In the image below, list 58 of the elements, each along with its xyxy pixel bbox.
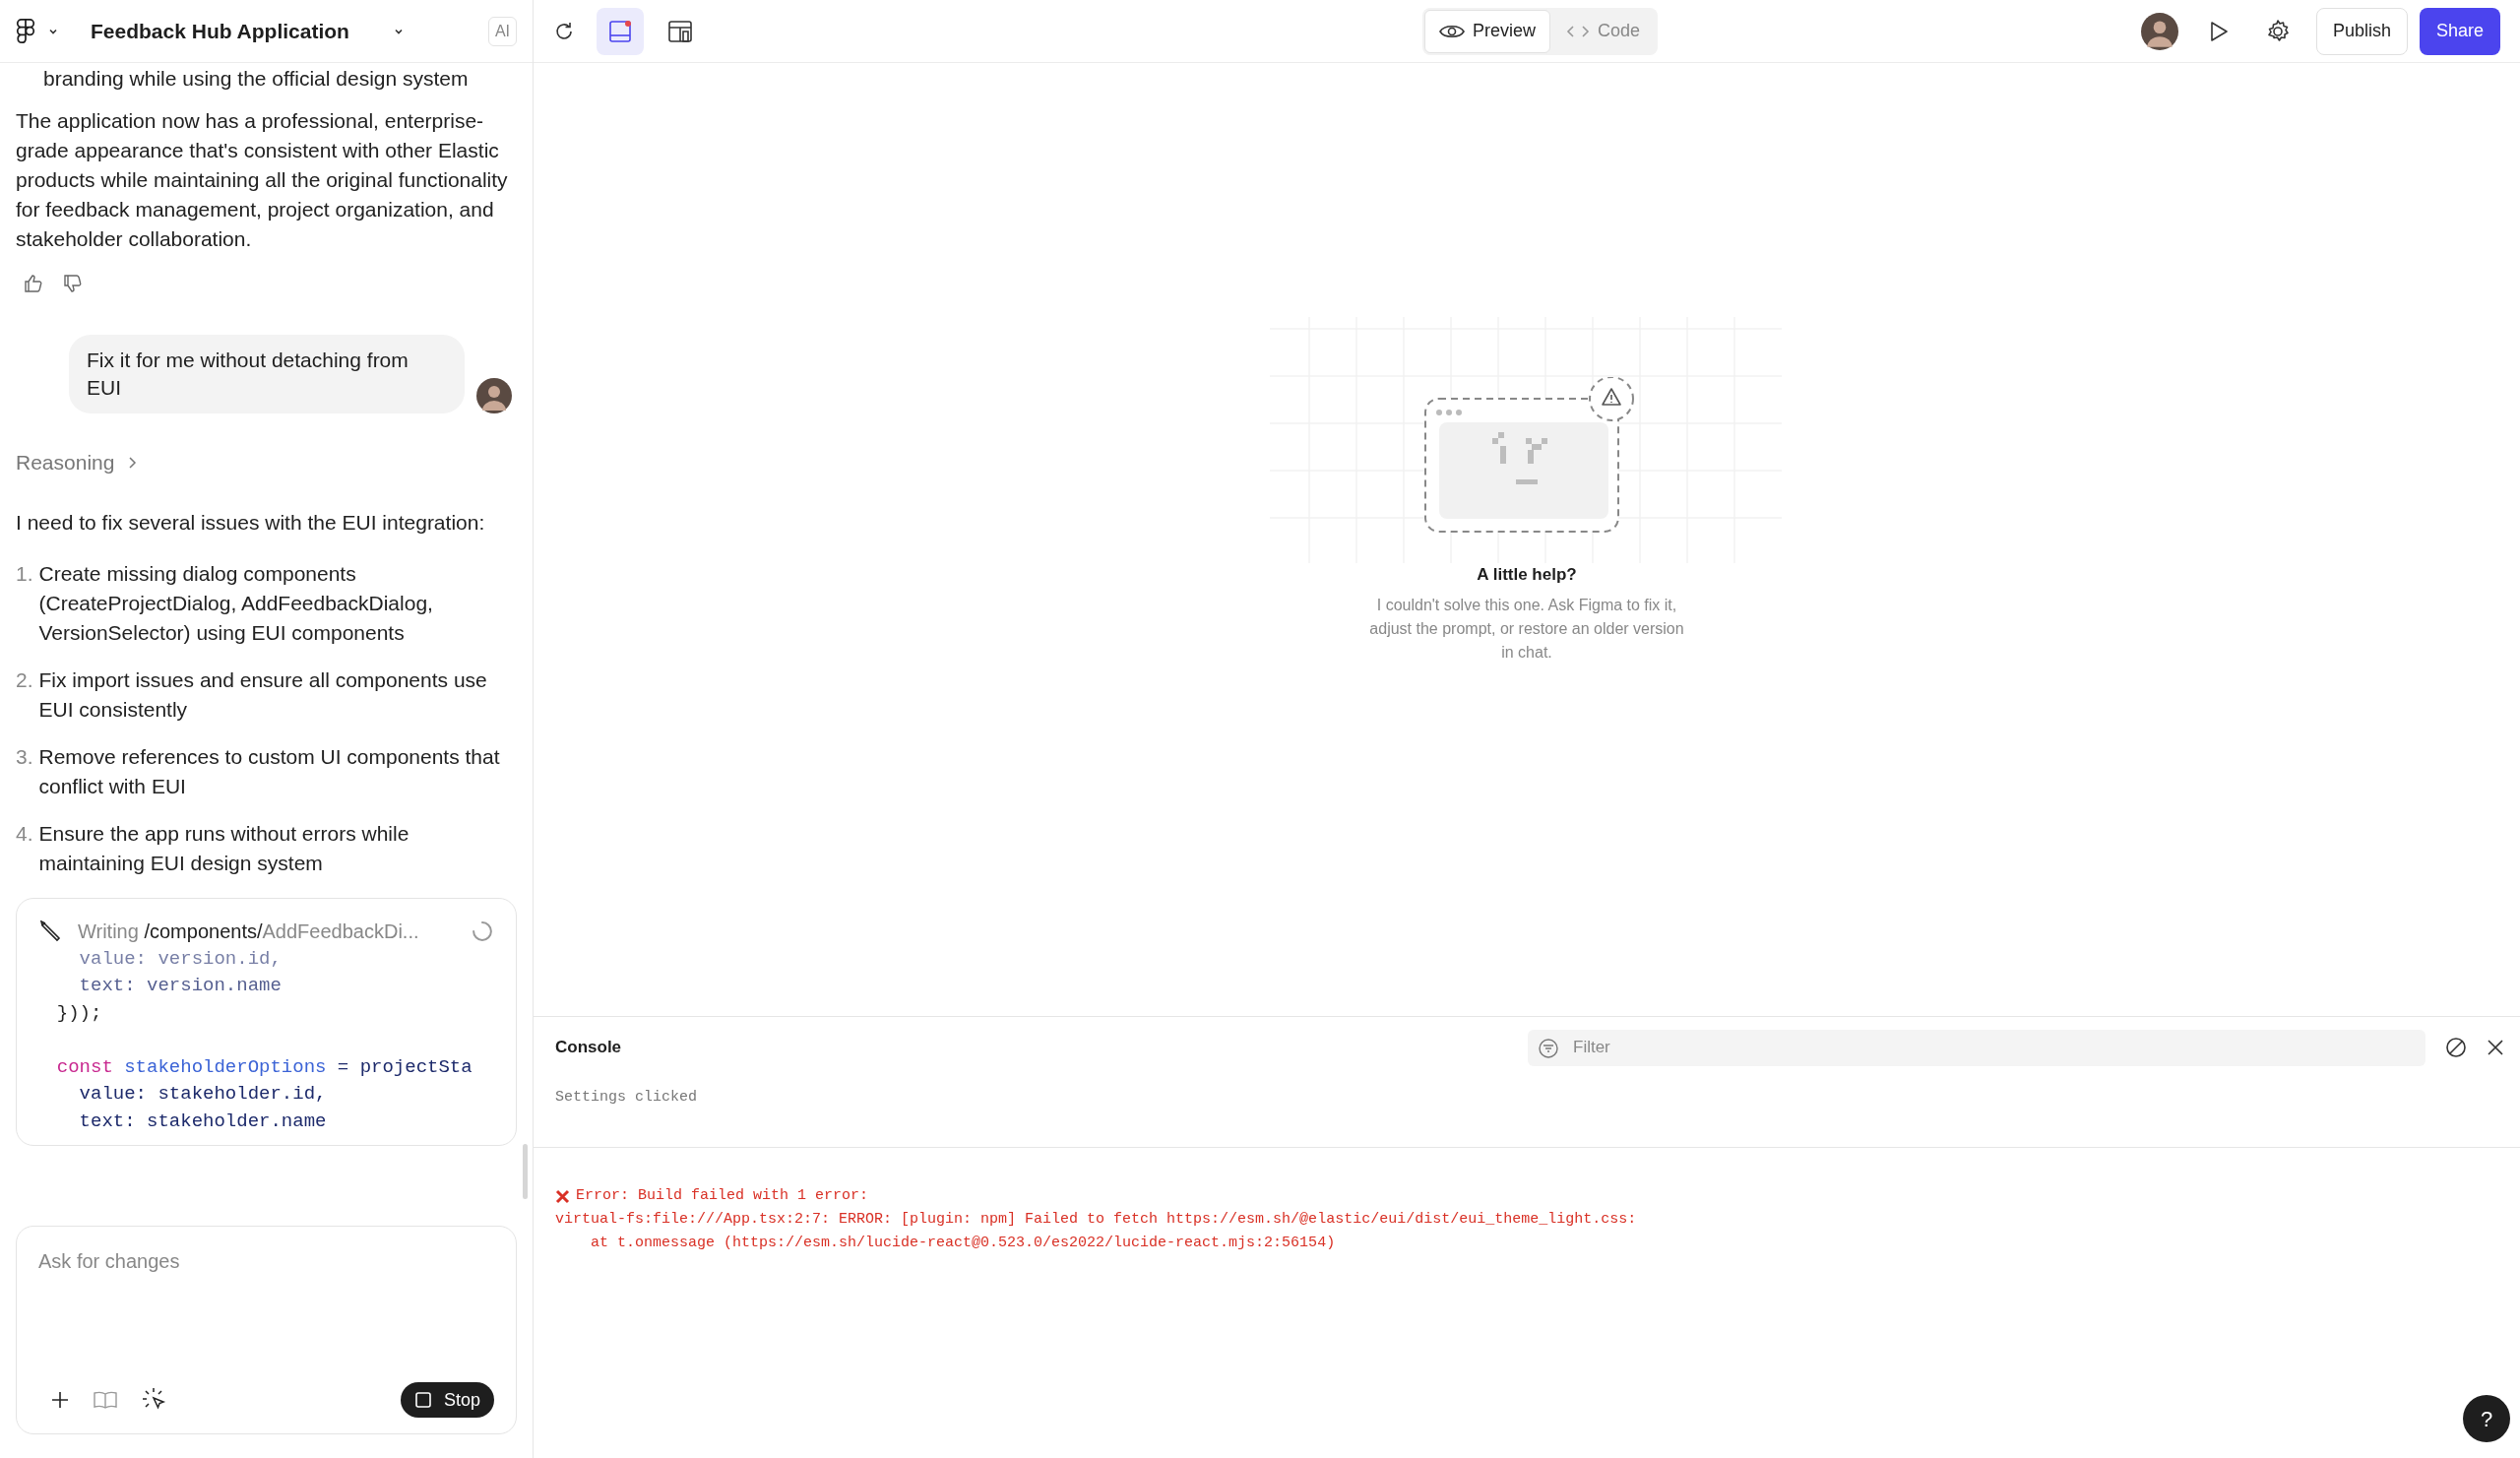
error-icon [555, 1188, 570, 1204]
share-button[interactable]: Share [2419, 7, 2500, 55]
chat-composer[interactable]: Ask for changes Stop [16, 1226, 517, 1434]
error-message-line: Error: Build failed with 1 error: [576, 1186, 869, 1206]
close-icon[interactable] [2487, 1039, 2504, 1056]
list-number: 2. [16, 666, 33, 693]
stop-button[interactable]: Stop [400, 1382, 494, 1418]
code-line: const stakeholderOptions = projectSta [55, 1054, 473, 1080]
message-text: I need to fix several issues with the EUI integration: [16, 509, 486, 536]
publish-button[interactable]: Publish [2315, 7, 2408, 55]
empty-state-title: A little help? [1477, 564, 1577, 586]
filter-icon [1538, 1037, 1559, 1059]
project-title[interactable]: Feedback Hub Application [91, 15, 349, 47]
preview-layout-button[interactable] [597, 7, 644, 55]
message-text: branding while using the official design system [42, 66, 470, 92]
user-avatar[interactable] [2140, 12, 2178, 50]
scrollbar-thumb[interactable] [523, 1144, 528, 1199]
error-message-line: at t.onmessage (https://esm.sh/lucide-react@0.523.0/es2022/lucide-react.mjs:2:56154) [590, 1234, 1336, 1253]
message-text: The application now has a professional, enterprise-grade appearance that's consistent with other Elastic products while maintaining all the original functionality for feedback management, project organization, and stakeholder collaboration. [16, 108, 509, 252]
list-item-text: Remove references to custom UI components that conflict with EUI [38, 743, 501, 799]
user-avatar [476, 378, 512, 413]
filter-field[interactable]: Filter [1528, 1029, 2426, 1066]
console-title: Console [555, 1037, 622, 1059]
help-button[interactable]: ? [2463, 1395, 2510, 1442]
window-icon [607, 18, 633, 44]
loading-spinner-icon [472, 920, 492, 941]
book-icon[interactable] [94, 1390, 117, 1410]
user-message: Fix it for me without detaching from EUI [69, 335, 465, 413]
refresh-icon[interactable] [553, 20, 575, 42]
thumbs-down-icon[interactable] [63, 274, 83, 293]
code-icon [1566, 23, 1591, 39]
code-line: text: version.name [78, 974, 283, 998]
code-line: value: stakeholder.id, [78, 1082, 328, 1107]
list-number: 4. [16, 820, 33, 847]
plus-icon[interactable] [50, 1390, 70, 1410]
pencil-icon [40, 919, 62, 942]
code-line: value: version.id, [78, 946, 283, 972]
chevron-right-icon[interactable] [126, 455, 139, 470]
code-line: text: stakeholder.name [78, 1109, 328, 1134]
error-message-line: virtual-fs:file:///App.tsx:2:7: ERROR: [plugin: npm] Failed to fetch https://esm.sh/@elastic/eui/dist/eui_theme_light.css: [555, 1210, 1637, 1230]
log-message: Settings clicked [555, 1088, 698, 1108]
writing-status: Writing /components/AddFeedbackDi... [78, 919, 419, 944]
split-layout-icon[interactable] [667, 18, 693, 44]
empty-state-message: I couldn't solve this one. Ask Figma to fix it, adjust the prompt, or restore an older version in chat. [1368, 595, 1685, 663]
view-tab[interactable]: Preview [1424, 9, 1551, 53]
list-item-text: Create missing dialog components (CreateProjectDialog, AddFeedbackDialog, VersionSelector) using EUI components [38, 560, 434, 646]
list-number: 1. [16, 560, 33, 587]
list-item-text: Fix import issues and ensure all components use EUI consistently [38, 666, 488, 723]
code-line: })); [55, 1000, 103, 1026]
list-number: 3. [16, 743, 33, 770]
ai-badge[interactable]: AI [487, 16, 517, 46]
thumbs-up-icon[interactable] [24, 274, 43, 293]
stop-square-icon [413, 1391, 432, 1409]
list-item-text: Ensure the app runs without errors while maintaining EUI design system [38, 820, 410, 876]
figma-logo-icon[interactable] [16, 18, 35, 44]
reasoning-toggle[interactable]: Reasoning [16, 447, 115, 478]
clear-console-icon[interactable] [2445, 1037, 2467, 1058]
chat-input[interactable]: Ask for changes [38, 1246, 494, 1276]
